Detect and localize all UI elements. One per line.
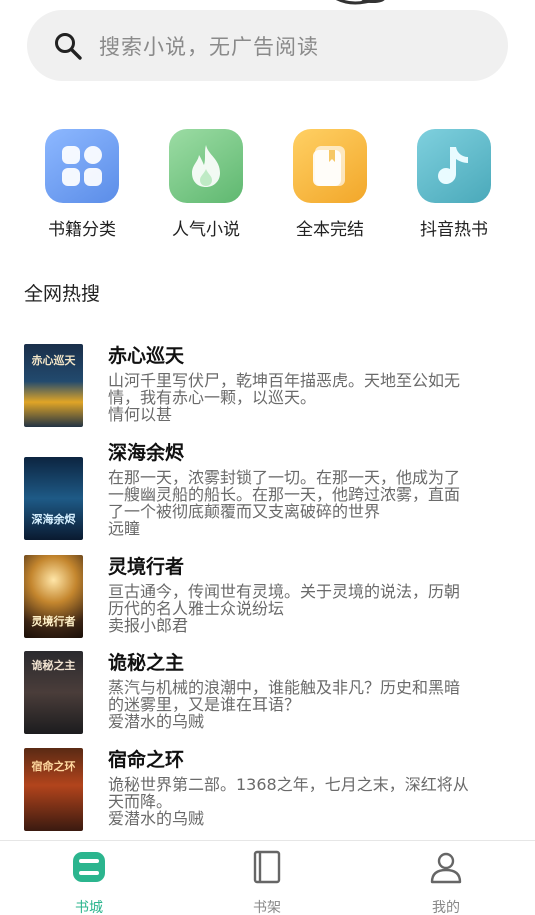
search-bar[interactable]: 搜索小说，无广告阅读 <box>27 10 508 81</box>
grid-icon <box>45 129 119 203</box>
book-cover: 赤心巡天 <box>24 344 83 427</box>
book-item[interactable]: 宿命之环 宿命之环 诡秘世界第二部。1368之年，七月之末，深红将从 天而降。 … <box>24 748 514 838</box>
book-description: 山河千里写伏尸，乾坤百年描恶虎。天地至公如无 情，我有赤心一颗，以巡天。 <box>108 371 461 407</box>
header-illustration <box>335 0 385 5</box>
section-title: 全网热搜 <box>24 283 101 305</box>
tab-label: 书架 <box>253 900 281 915</box>
book-item[interactable]: 诡秘之主 诡秘之主 蒸汽与机械的浪潮中，谁能触及非凡？历史和黑暗 的迷雾里，又是… <box>24 651 514 741</box>
tab-bookshelf[interactable]: 书架 <box>207 849 327 915</box>
category-popular-novels[interactable]: 人气小说 <box>151 129 261 240</box>
book-cover: 宿命之环 <box>24 748 83 831</box>
flame-icon <box>169 129 243 203</box>
cover-title: 灵境行者 <box>31 615 76 628</box>
category-book-types[interactable]: 书籍分类 <box>27 129 137 240</box>
book-title: 宿命之环 <box>108 749 185 771</box>
book-item[interactable]: 深海余烬 深海余烬 在那一天，浓雾封锁了一切。在那一天，他成为了 一艘幽灵船的船… <box>24 441 514 540</box>
cover-title: 深海余烬 <box>31 513 76 526</box>
book-title: 深海余烬 <box>108 442 185 464</box>
book-icon <box>293 129 367 203</box>
category-douyin-hot[interactable]: 抖音热书 <box>399 129 509 240</box>
book-description: 诡秘世界第二部。1368之年，七月之末，深红将从 天而降。 <box>108 775 469 811</box>
user-icon <box>430 852 462 884</box>
category-label: 人气小说 <box>172 220 240 240</box>
category-completed[interactable]: 全本完结 <box>275 129 385 240</box>
category-shortcuts: 书籍分类 人气小说 全本完结 抖音热书 <box>0 129 535 240</box>
book-description: 在那一天，浓雾封锁了一切。在那一天，他成为了 一艘幽灵船的船长。在那一天，他跨过… <box>108 468 461 521</box>
book-author: 远瞳 <box>108 519 141 538</box>
cover-title: 宿命之环 <box>31 760 76 773</box>
book-author: 爱潜水的乌贼 <box>108 809 205 828</box>
book-title: 诡秘之主 <box>108 652 185 674</box>
cover-title: 诡秘之主 <box>31 659 76 672</box>
bottom-tab-bar: 书城 书架 我的 <box>0 840 535 915</box>
book-item[interactable]: 灵境行者 灵境行者 亘古通今，传闻世有灵境。关于灵境的说法，历朝 历代的名人雅士… <box>24 555 514 645</box>
bookstore-icon <box>73 852 105 882</box>
book-title: 灵境行者 <box>108 556 185 578</box>
book-cover: 诡秘之主 <box>24 651 83 734</box>
book-author: 卖报小郎君 <box>108 616 189 635</box>
book-cover: 灵境行者 <box>24 555 83 638</box>
tab-bookstore[interactable]: 书城 <box>29 849 149 915</box>
tab-profile[interactable]: 我的 <box>386 849 506 915</box>
search-placeholder: 搜索小说，无广告阅读 <box>99 34 319 59</box>
book-description: 亘古通今，传闻世有灵境。关于灵境的说法，历朝 历代的名人雅士众说纷坛 <box>108 582 461 618</box>
category-label: 全本完结 <box>296 220 364 240</box>
book-author: 情何以甚 <box>108 405 173 424</box>
book-title: 赤心巡天 <box>108 345 185 367</box>
book-author: 爱潜水的乌贼 <box>108 712 205 731</box>
book-description: 蒸汽与机械的浪潮中，谁能触及非凡？历史和黑暗 的迷雾里，又是谁在耳语？ <box>108 678 461 714</box>
cover-title: 赤心巡天 <box>31 354 76 367</box>
search-icon <box>55 32 82 60</box>
bookshelf-icon <box>253 850 281 884</box>
tab-label: 书城 <box>75 900 103 915</box>
category-label: 抖音热书 <box>420 220 488 240</box>
book-item[interactable]: 赤心巡天 赤心巡天 山河千里写伏尸，乾坤百年描恶虎。天地至公如无 情，我有赤心一… <box>24 344 514 434</box>
category-label: 书籍分类 <box>48 220 116 240</box>
tab-label: 我的 <box>432 900 460 915</box>
book-cover: 深海余烬 <box>24 457 83 540</box>
music-note-icon <box>417 129 491 203</box>
